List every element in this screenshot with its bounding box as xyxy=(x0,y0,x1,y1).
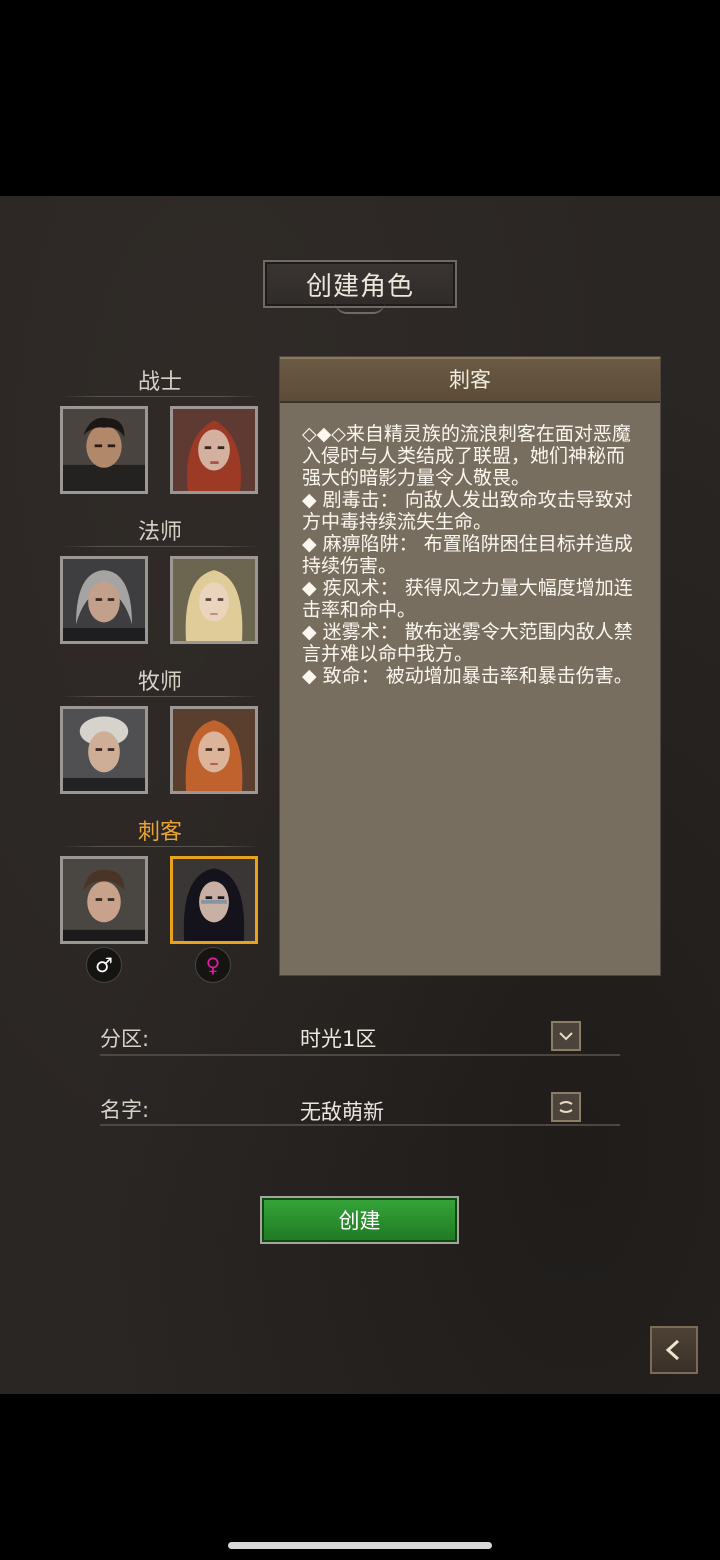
name-label: 名字: xyxy=(100,1098,150,1122)
male-gender-icon[interactable]: ♂ xyxy=(86,947,122,983)
description-text: ◇◆◇来自精灵族的流浪刺客在面对恶魔入侵时与人类结成了联盟，她们神秘而强大的暗影… xyxy=(302,423,640,687)
portrait-priest-male[interactable] xyxy=(60,706,148,794)
female-gender-icon[interactable]: ♀ xyxy=(195,947,231,983)
name-value[interactable]: 无敌萌新 xyxy=(300,1096,384,1126)
portrait-assassin-female[interactable] xyxy=(170,856,258,944)
portrait-mage-male[interactable] xyxy=(60,556,148,644)
server-label: 分区: xyxy=(100,1027,150,1051)
create-button[interactable]: 创建 xyxy=(260,1196,459,1244)
description-line: ◆ 麻痹陷阱： 布置陷阱困住目标并造成持续伤害。 xyxy=(302,533,633,577)
portrait-warrior-male[interactable] xyxy=(60,406,148,494)
class-label-mage: 法师 xyxy=(137,520,182,545)
description-header: 刺客 xyxy=(280,357,660,403)
divider xyxy=(60,846,260,847)
class-label-warrior: 战士 xyxy=(137,370,182,395)
divider xyxy=(60,396,260,397)
page-title: 创建角色 xyxy=(263,260,457,314)
game-screen: 创建角色 战士 法师 牧师 刺客 ♂ ♀ 刺客 ◇◆◇来自精灵族的流浪刺客在面对… xyxy=(0,196,720,1394)
description-line: ◆ 致命： 被动增加暴击率和暴击伤害。 xyxy=(302,665,633,687)
home-indicator[interactable] xyxy=(228,1542,492,1549)
class-label-assassin: 刺客 xyxy=(137,820,182,845)
portrait-warrior-female[interactable] xyxy=(170,406,258,494)
divider xyxy=(60,696,260,697)
class-description-panel: 刺客 ◇◆◇来自精灵族的流浪刺客在面对恶魔入侵时与人类结成了联盟，她们神秘而强大… xyxy=(279,356,661,976)
divider xyxy=(60,546,260,547)
back-arrow-icon[interactable] xyxy=(650,1326,698,1374)
description-line: ◆ 剧毒击： 向敌人发出致命攻击导致对方中毒持续流失生命。 xyxy=(302,489,633,533)
divider xyxy=(100,1054,620,1056)
class-label-priest: 牧师 xyxy=(137,670,182,695)
description-line: ◆ 迷雾术： 散布迷雾令大范围内敌人禁言并难以命中我方。 xyxy=(302,621,633,665)
portrait-mage-female[interactable] xyxy=(170,556,258,644)
divider xyxy=(100,1124,620,1126)
server-value[interactable]: 时光1区 xyxy=(300,1023,376,1053)
random-name-icon[interactable] xyxy=(551,1092,581,1122)
portrait-assassin-male[interactable] xyxy=(60,856,148,944)
dropdown-icon[interactable] xyxy=(551,1021,581,1051)
description-line: ◇◆◇来自精灵族的流浪刺客在面对恶魔入侵时与人类结成了联盟，她们神秘而强大的暗影… xyxy=(302,423,631,489)
portrait-priest-female[interactable] xyxy=(170,706,258,794)
description-line: ◆ 疾风术： 获得风之力量大幅度增加连击率和命中。 xyxy=(302,577,633,621)
